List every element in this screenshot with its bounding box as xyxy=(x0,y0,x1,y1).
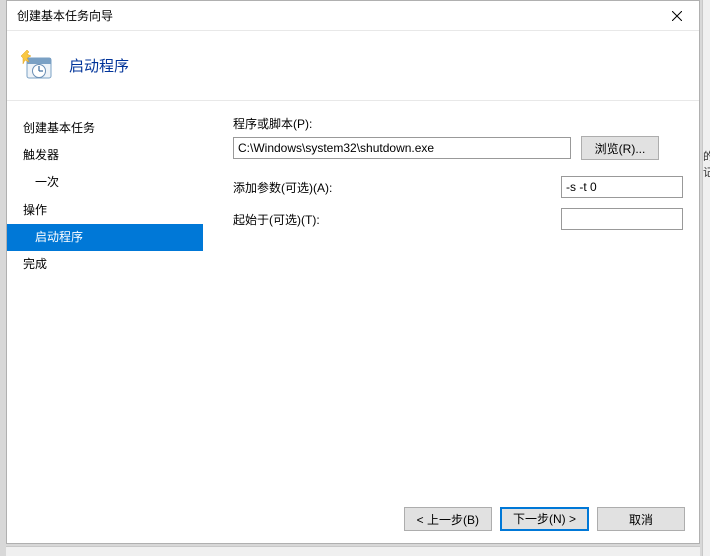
wizard-heading: 启动程序 xyxy=(69,55,129,76)
wizard-content: 创建基本任务 触发器 一次 操作 启动程序 完成 程序或脚本(P): 浏览(R)… xyxy=(7,101,699,495)
browse-button[interactable]: 浏览(R)... xyxy=(581,136,659,160)
program-label: 程序或脚本(P): xyxy=(233,115,353,132)
close-button[interactable] xyxy=(654,1,699,30)
startin-input[interactable] xyxy=(561,208,683,230)
sidebar-item-finish[interactable]: 完成 xyxy=(7,251,203,278)
next-button[interactable]: 下一步(N) > xyxy=(500,507,589,531)
window-title: 创建基本任务向导 xyxy=(17,7,654,24)
sidebar-item-action[interactable]: 操作 xyxy=(7,197,203,224)
sidebar-item-start-program[interactable]: 启动程序 xyxy=(7,224,203,251)
wizard-footer: < 上一步(B) 下一步(N) > 取消 xyxy=(7,495,699,543)
sidebar-item-once[interactable]: 一次 xyxy=(7,169,203,196)
back-button[interactable]: < 上一步(B) xyxy=(404,507,492,531)
wizard-icon xyxy=(21,50,53,82)
sidebar-item-trigger[interactable]: 触发器 xyxy=(7,142,203,169)
background-window-edge: 的 记 xyxy=(702,0,710,556)
program-input[interactable] xyxy=(233,137,571,159)
wizard-main: 程序或脚本(P): 浏览(R)... 添加参数(可选)(A): 起始于(可选)(… xyxy=(203,101,699,495)
arguments-input[interactable] xyxy=(561,176,683,198)
sidebar-item-create-basic-task[interactable]: 创建基本任务 xyxy=(7,115,203,142)
wizard-dialog: 创建基本任务向导 启动程序 创建基本任务 触发器 一次 操作 启动程序 完成 xyxy=(6,0,700,544)
wizard-header: 启动程序 xyxy=(7,31,699,101)
titlebar: 创建基本任务向导 xyxy=(7,1,699,31)
background-window-bottom xyxy=(6,546,700,556)
wizard-sidebar: 创建基本任务 触发器 一次 操作 启动程序 完成 xyxy=(7,101,203,495)
close-icon xyxy=(672,11,682,21)
cancel-button[interactable]: 取消 xyxy=(597,507,685,531)
arguments-label: 添加参数(可选)(A): xyxy=(233,179,332,196)
startin-label: 起始于(可选)(T): xyxy=(233,211,320,228)
